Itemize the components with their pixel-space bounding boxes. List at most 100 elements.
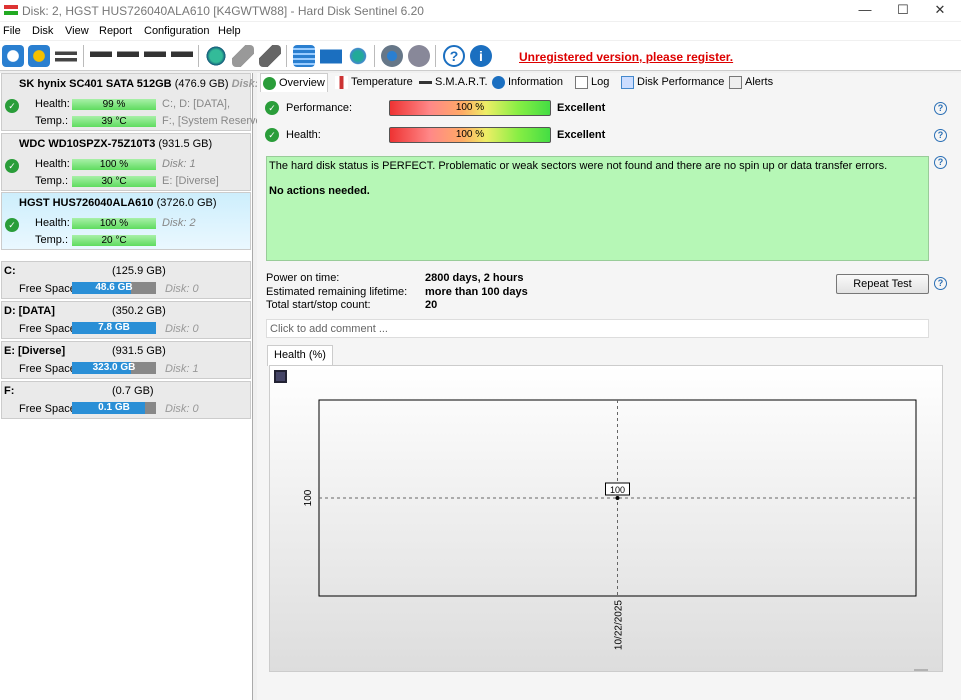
tab-alerts[interactable]: Alerts [727, 73, 773, 92]
disk-list-icon[interactable] [55, 45, 77, 67]
help-icon[interactable]: ? [934, 277, 947, 290]
startstop-value: 20 [425, 299, 438, 311]
health-chart: 100 100 10/22/2025 [303, 399, 928, 671]
check-icon [263, 77, 276, 90]
repeat-test-button[interactable]: Repeat Test [836, 274, 929, 294]
close-button[interactable]: ✕ [925, 2, 955, 20]
disk-schedule-icon[interactable] [117, 45, 139, 67]
free-space-label: Free Space [19, 403, 76, 415]
tab-temperature[interactable]: Temperature [333, 73, 413, 92]
volume-item[interactable]: E: [Diverse] (931.5 GB) Free Space 323.0… [1, 341, 251, 379]
volume-size: (0.7 GB) [112, 385, 154, 397]
tab-information[interactable]: Information [490, 73, 563, 92]
volume-disk: Disk: 0 [165, 283, 199, 295]
disk-item-0[interactable]: SK hynix SC401 SATA 512GB (476.9 GB) Dis… [1, 73, 271, 131]
temp-bar: 39 °C [72, 116, 156, 127]
usb-disk-icon[interactable] [232, 45, 254, 67]
free-space-value: 7.8 GB [98, 322, 130, 333]
free-space-label: Free Space [19, 363, 76, 375]
report-icon[interactable] [293, 45, 315, 67]
status-ok-icon: ✓ [5, 159, 19, 173]
tab-label: Information [508, 76, 564, 88]
free-space-value: 0.1 GB [98, 402, 130, 413]
data-point [615, 496, 620, 500]
disk-search-icon[interactable] [171, 45, 193, 67]
status-action: No actions needed. [269, 185, 370, 197]
disk-test-icon[interactable] [90, 45, 112, 67]
power-on-value: 2800 days, 2 hours [425, 272, 524, 284]
settings-icon[interactable] [381, 45, 403, 67]
status-ok-icon: ✓ [265, 101, 279, 115]
refresh-warning-icon[interactable] [28, 45, 50, 67]
volume-disk: Disk: 1 [165, 363, 199, 375]
free-space-value: 48.6 GB [95, 282, 133, 293]
minimize-button[interactable]: — [850, 2, 880, 20]
disk-item-2[interactable]: HGST HUS726040ALA610 (3726.0 GB) ✓ Healt… [1, 192, 251, 250]
help-icon[interactable]: ? [934, 102, 947, 115]
performance-label: Performance: [286, 102, 353, 114]
sound-icon[interactable] [408, 45, 430, 67]
lifetime-value: more than 100 days [425, 286, 528, 298]
volume-item[interactable]: F: (0.7 GB) Free Space 0.1 GB Disk: 0 [1, 381, 251, 419]
volume-size: (125.9 GB) [112, 265, 166, 277]
volume-disk: Disk: 0 [165, 403, 199, 415]
help-icon[interactable]: ? [934, 129, 947, 142]
menu-file[interactable]: File [3, 25, 21, 37]
disk-ok-icon[interactable] [144, 45, 166, 67]
info-icon [492, 76, 505, 89]
tab-label: Disk Performance [637, 76, 725, 88]
tab-log[interactable]: Log [573, 73, 609, 92]
network-icon[interactable] [347, 45, 369, 67]
volume-name: E: [Diverse] [4, 345, 66, 357]
volume-name: C: [4, 265, 16, 277]
tab-label: Log [591, 76, 610, 88]
health-label: Health: [35, 217, 70, 229]
free-space-bar: 323.0 GB [72, 362, 156, 374]
mail-icon[interactable] [320, 45, 342, 67]
document-icon [575, 76, 588, 89]
help-icon[interactable]: ? [443, 45, 465, 67]
health-bar: 100 % [72, 218, 156, 229]
volume-item[interactable]: D: [DATA] (350.2 GB) Free Space 7.8 GB D… [1, 301, 251, 339]
alerts-icon [729, 76, 742, 89]
removable-disk-icon[interactable] [259, 45, 281, 67]
free-space-label: Free Space [19, 323, 76, 335]
info-icon[interactable]: i [470, 45, 492, 67]
x-tick-label: 10/22/2025 [614, 600, 625, 650]
menu-disk[interactable]: Disk [32, 25, 53, 37]
tab-label: Alerts [745, 76, 774, 88]
maximize-button[interactable]: ☐ [888, 2, 918, 20]
tab-label: S.M.A.R.T. [435, 76, 488, 88]
tab-smart[interactable]: S.M.A.R.T. [417, 73, 488, 92]
title-bar: Disk: 2, HGST HUS726040ALA610 [K4GWTW88]… [0, 0, 961, 21]
status-text: The hard disk status is PERFECT. Problem… [269, 160, 888, 172]
menu-help[interactable]: Help [218, 25, 241, 37]
status-box: The hard disk status is PERFECT. Problem… [266, 156, 929, 261]
lifetime-label: Estimated remaining lifetime: [266, 286, 408, 298]
volume-disk: Disk: 0 [165, 323, 199, 335]
volume-item[interactable]: C: (125.9 GB) Free Space 48.6 GB Disk: 0 [1, 261, 251, 299]
network-disk-icon[interactable] [205, 45, 227, 67]
health-bar: 100 % [389, 127, 551, 143]
free-space-label: Free Space [19, 283, 76, 295]
help-icon[interactable]: ? [934, 156, 947, 169]
y-tick-label: 100 [303, 489, 314, 506]
disk-item-1[interactable]: WDC WD10SPZX-75Z10T3 (931.5 GB) ✓ Health… [1, 133, 251, 191]
disk-number: Disk: 2 [162, 217, 196, 229]
refresh-icon[interactable] [2, 45, 24, 67]
temp-bar: 30 °C [72, 176, 156, 187]
disk-volumes: C:, D: [DATA], [162, 98, 231, 110]
tab-disk-performance[interactable]: Disk Performance [619, 73, 724, 92]
tab-label: Overview [279, 77, 325, 89]
power-on-label: Power on time: [266, 272, 340, 284]
tab-overview[interactable]: Overview [260, 73, 328, 92]
menu-configuration[interactable]: Configuration [144, 25, 209, 37]
comment-input[interactable]: Click to add comment ... [266, 319, 929, 338]
volume-name: F: [4, 385, 15, 397]
volume-name: D: [DATA] [4, 305, 55, 317]
menu-report[interactable]: Report [99, 25, 132, 37]
register-link[interactable]: Unregistered version, please register. [519, 50, 733, 64]
tab-health-chart[interactable]: Health (%) [267, 345, 333, 366]
menu-view[interactable]: View [65, 25, 89, 37]
data-label: 100 [610, 485, 625, 495]
